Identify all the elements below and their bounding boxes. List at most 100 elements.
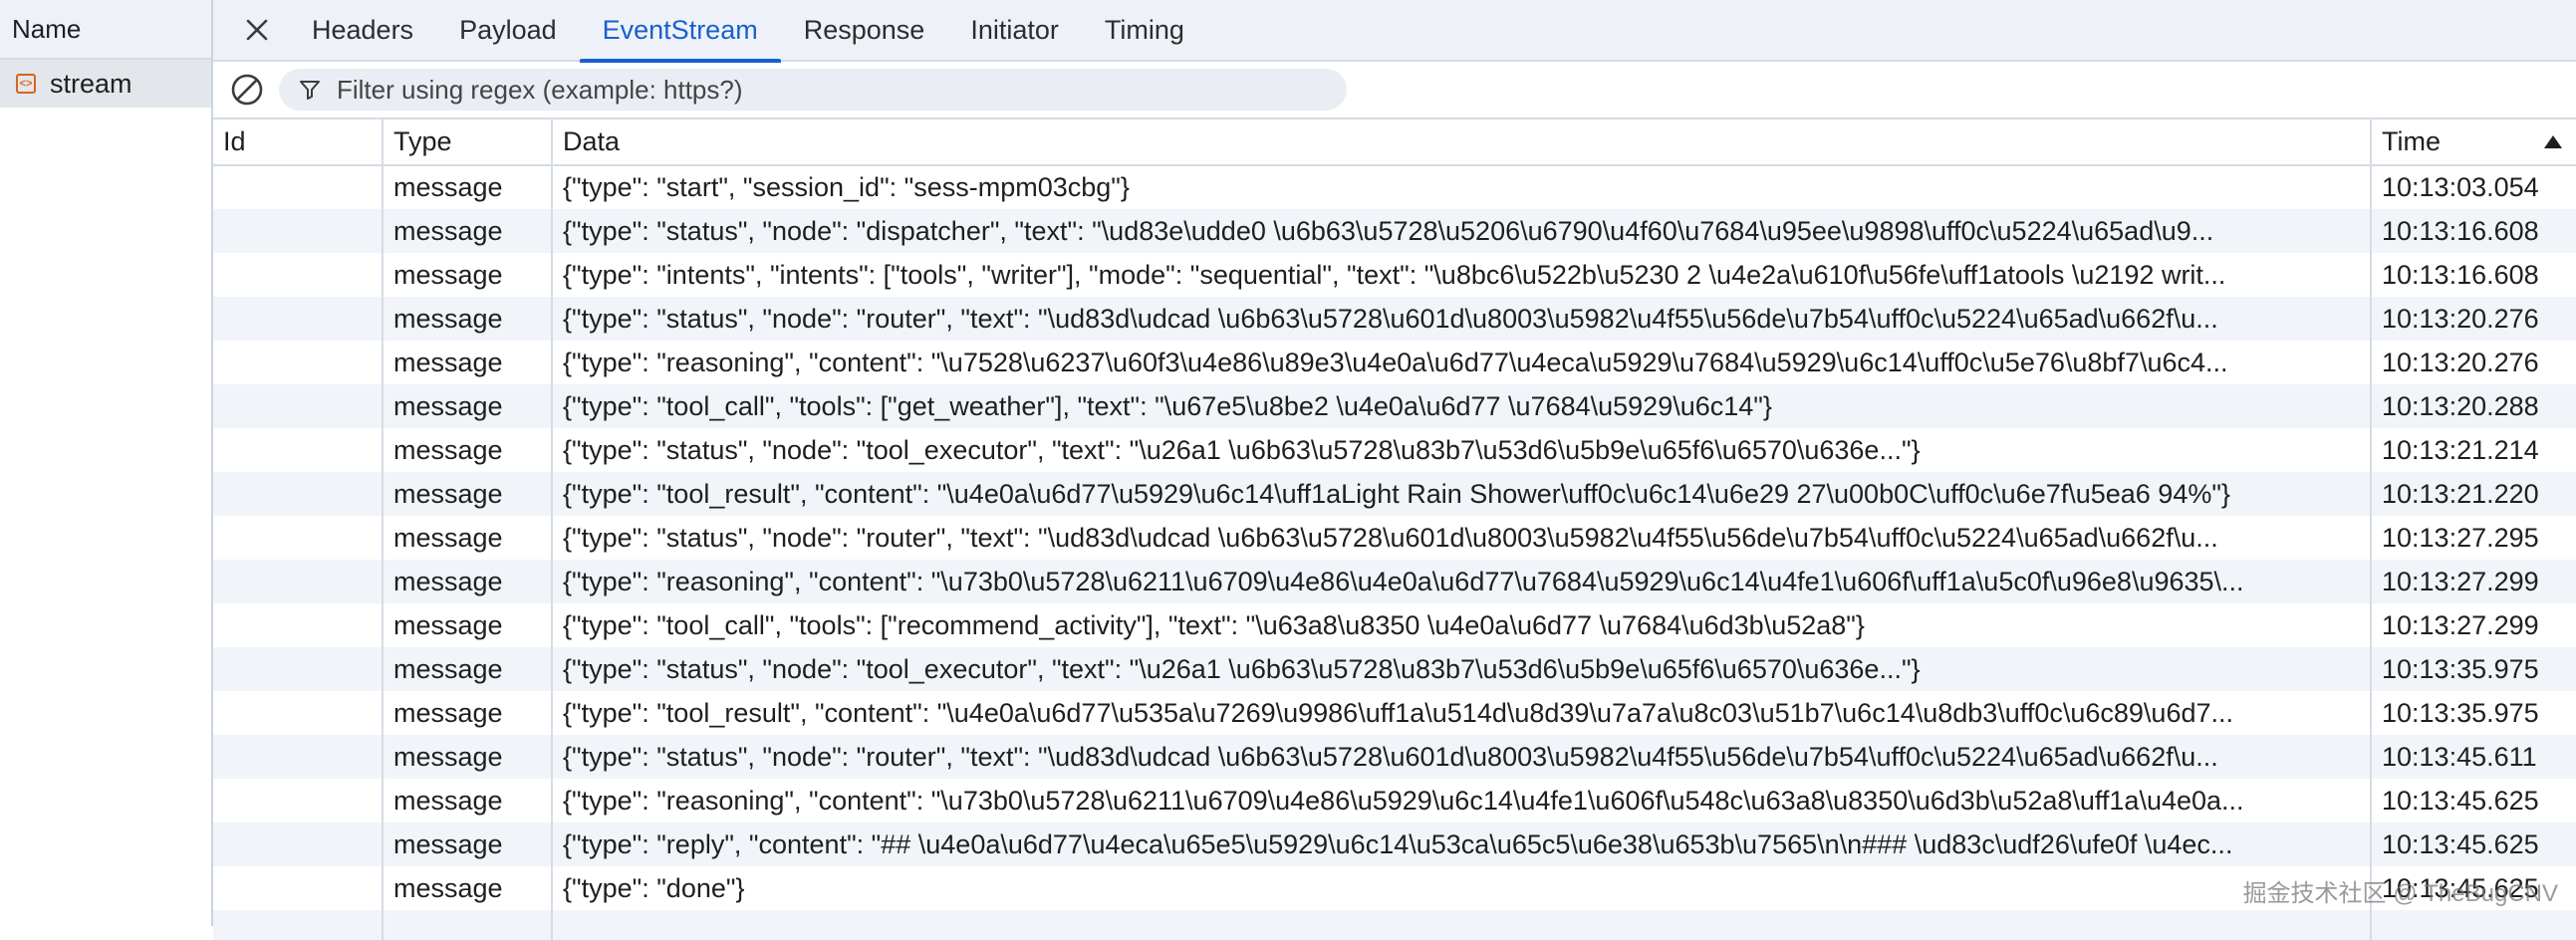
empty-row bbox=[213, 910, 2576, 940]
request-details-pane: Headers Payload EventStream Response Ini… bbox=[213, 0, 2576, 940]
tab-label: Headers bbox=[312, 14, 414, 45]
filter-box bbox=[279, 69, 1347, 111]
close-details-button[interactable] bbox=[237, 10, 277, 50]
table-row[interactable]: message {"type": "status", "node": "tool_… bbox=[213, 647, 2576, 691]
empty-cell bbox=[2371, 910, 2576, 940]
table-row[interactable]: message {"type": "done"} 10:13:45.625 bbox=[213, 866, 2576, 910]
type-column-header[interactable]: Type bbox=[383, 119, 553, 166]
tab-label: Initiator bbox=[970, 14, 1059, 45]
filter-toolbar bbox=[213, 62, 2576, 119]
table-row[interactable]: message {"type": "start", "session_id": "… bbox=[213, 165, 2576, 209]
type-cell: message bbox=[383, 428, 553, 472]
table-row[interactable]: message {"type": "tool_call", "tools": ["… bbox=[213, 384, 2576, 428]
time-cell: 10:13:20.288 bbox=[2371, 384, 2576, 428]
type-cell: message bbox=[383, 209, 553, 253]
type-cell: message bbox=[383, 866, 553, 910]
clear-messages-button[interactable] bbox=[227, 70, 267, 110]
tab-label: Timing bbox=[1104, 14, 1184, 45]
id-cell bbox=[213, 822, 384, 866]
filter-icon bbox=[300, 81, 320, 100]
data-cell: {"type": "reply", "content": "## \u4e0a\… bbox=[552, 822, 2372, 866]
time-cell: 10:13:45.625 bbox=[2371, 822, 2576, 866]
type-cell: message bbox=[383, 735, 553, 779]
request-list-pane: Name <> stream bbox=[0, 0, 213, 926]
data-cell: {"type": "intents", "intents": ["tools",… bbox=[552, 253, 2372, 297]
type-cell: message bbox=[383, 472, 553, 516]
data-cell: {"type": "status", "node": "dispatcher",… bbox=[552, 209, 2372, 253]
type-header-label: Type bbox=[393, 126, 452, 156]
table-row[interactable]: message {"type": "status", "node": "route… bbox=[213, 516, 2576, 560]
time-cell: 10:13:21.220 bbox=[2371, 472, 2576, 516]
tab-payload[interactable]: Payload bbox=[436, 0, 580, 61]
close-icon bbox=[246, 19, 268, 41]
id-column-header[interactable]: Id bbox=[213, 119, 384, 166]
tab-eventstream[interactable]: EventStream bbox=[579, 0, 781, 63]
tab-timing[interactable]: Timing bbox=[1082, 0, 1207, 61]
id-cell bbox=[213, 165, 384, 209]
table-row[interactable]: message {"type": "status", "node": "route… bbox=[213, 735, 2576, 779]
filter-input[interactable] bbox=[335, 73, 1235, 107]
table-row[interactable]: message {"type": "intents", "intents": ["… bbox=[213, 253, 2576, 297]
table-row[interactable]: message {"type": "reasoning", "content": … bbox=[213, 341, 2576, 384]
data-cell: {"type": "tool_call", "tools": ["recomme… bbox=[552, 603, 2372, 647]
table-row[interactable]: message {"type": "reasoning", "content": … bbox=[213, 779, 2576, 822]
table-row[interactable]: message {"type": "reasoning", "content": … bbox=[213, 560, 2576, 603]
empty-cell bbox=[383, 910, 553, 940]
tab-label: Payload bbox=[459, 14, 557, 45]
id-header-label: Id bbox=[223, 126, 246, 156]
data-cell: {"type": "reasoning", "content": "\u73b0… bbox=[552, 560, 2372, 603]
type-cell: message bbox=[383, 560, 553, 603]
table-row[interactable]: message {"type": "tool_result", "content"… bbox=[213, 472, 2576, 516]
type-cell: message bbox=[383, 297, 553, 341]
type-cell: message bbox=[383, 691, 553, 735]
time-column-header[interactable]: Time bbox=[2371, 119, 2576, 166]
details-tab-bar: Headers Payload EventStream Response Ini… bbox=[213, 0, 2576, 63]
tab-headers[interactable]: Headers bbox=[289, 0, 436, 61]
empty-cell bbox=[213, 910, 384, 940]
name-column-header[interactable]: Name bbox=[0, 0, 211, 60]
request-row-stream[interactable]: <> stream bbox=[0, 60, 211, 108]
id-cell bbox=[213, 603, 384, 647]
id-cell bbox=[213, 472, 384, 516]
type-cell: message bbox=[383, 516, 553, 560]
table-row[interactable]: message {"type": "status", "node": "tool_… bbox=[213, 428, 2576, 472]
data-cell: {"type": "done"} bbox=[552, 866, 2372, 910]
data-cell: {"type": "reasoning", "content": "\u73b0… bbox=[552, 779, 2372, 822]
sort-ascending-icon bbox=[2544, 135, 2562, 148]
table-row[interactable]: message {"type": "tool_call", "tools": ["… bbox=[213, 603, 2576, 647]
tab-response[interactable]: Response bbox=[781, 0, 948, 61]
type-cell: message bbox=[383, 822, 553, 866]
table-row[interactable]: message {"type": "reply", "content": "## … bbox=[213, 822, 2576, 866]
data-cell: {"type": "status", "node": "router", "te… bbox=[552, 516, 2372, 560]
id-cell bbox=[213, 384, 384, 428]
id-cell bbox=[213, 691, 384, 735]
time-cell: 10:13:35.975 bbox=[2371, 647, 2576, 691]
table-row[interactable]: message {"type": "tool_result", "content"… bbox=[213, 691, 2576, 735]
data-cell: {"type": "status", "node": "router", "te… bbox=[552, 735, 2372, 779]
time-cell: 10:13:21.214 bbox=[2382, 434, 2539, 465]
data-cell: {"type": "tool_result", "content": "\u4e… bbox=[552, 691, 2372, 735]
time-cell: 10:13:27.295 bbox=[2382, 522, 2539, 553]
table-row[interactable]: message {"type": "status", "node": "route… bbox=[213, 297, 2576, 341]
type-cell: message bbox=[383, 603, 553, 647]
id-cell bbox=[213, 735, 384, 779]
time-cell: 10:13:20.276 bbox=[2382, 347, 2539, 377]
id-cell bbox=[213, 647, 384, 691]
data-header-label: Data bbox=[563, 126, 621, 156]
table-row[interactable]: message {"type": "status", "node": "dispa… bbox=[213, 209, 2576, 253]
time-cell: 10:13:20.276 bbox=[2371, 297, 2576, 341]
id-cell bbox=[213, 428, 384, 472]
tab-initiator[interactable]: Initiator bbox=[947, 0, 1082, 61]
table-header-row: Id Type Data Time bbox=[213, 119, 2576, 166]
type-cell: message bbox=[383, 253, 553, 297]
type-cell: message bbox=[383, 165, 553, 209]
clear-icon bbox=[231, 74, 263, 106]
data-cell: {"type": "reasoning", "content": "\u7528… bbox=[552, 341, 2372, 384]
data-cell: {"type": "status", "node": "tool_executo… bbox=[552, 428, 2372, 472]
data-column-header[interactable]: Data bbox=[552, 119, 2372, 166]
id-cell bbox=[213, 297, 384, 341]
name-column-label: Name bbox=[12, 13, 82, 44]
time-cell: 10:13:27.299 bbox=[2371, 560, 2576, 603]
event-stream-icon: <> bbox=[16, 74, 36, 94]
time-cell: 10:13:45.611 bbox=[2371, 735, 2576, 779]
